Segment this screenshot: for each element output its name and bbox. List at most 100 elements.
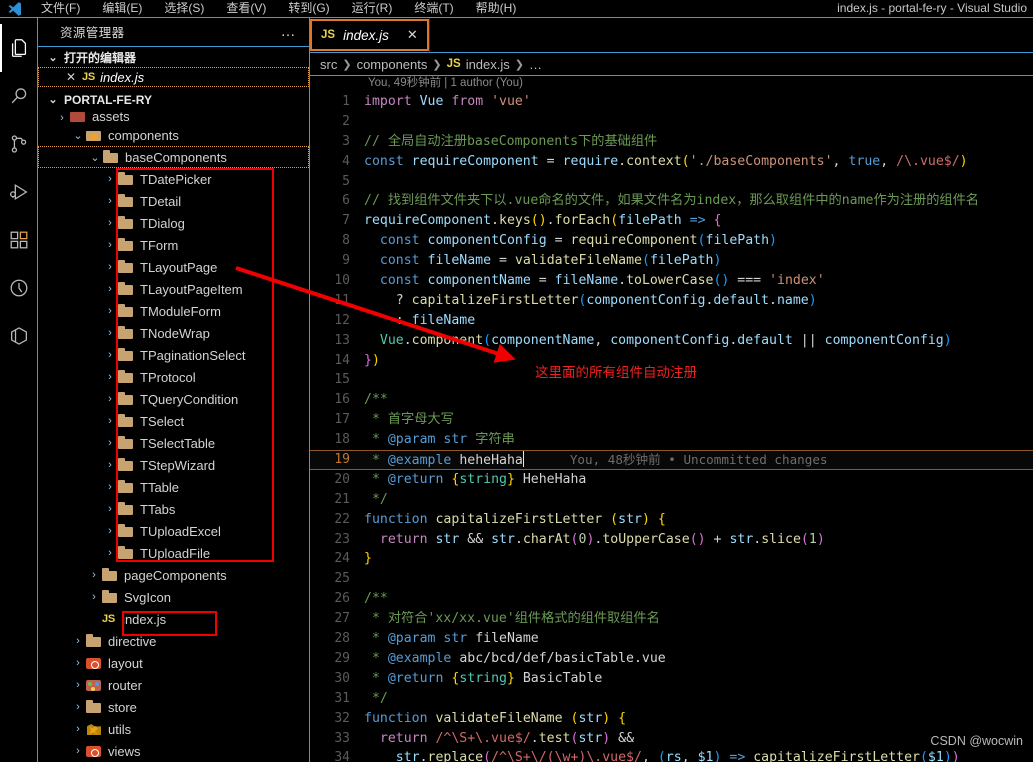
breadcrumb-item-src[interactable]: src: [320, 57, 337, 72]
chevron-right-icon[interactable]: ›: [104, 437, 116, 449]
close-icon[interactable]: ✕: [407, 27, 418, 43]
menu-edit[interactable]: 编辑(E): [91, 0, 153, 18]
chevron-right-icon[interactable]: ›: [104, 327, 116, 339]
search-icon[interactable]: [0, 72, 38, 120]
code-line-21[interactable]: 21 */: [310, 490, 1033, 510]
code-line-30[interactable]: 30 * @return {string} BasicTable: [310, 669, 1033, 689]
cube-package-icon[interactable]: [0, 312, 38, 360]
code-line-34[interactable]: 34 str.replace(/^\S+\/(\w+)\.vue$/, (rs,…: [310, 748, 1033, 762]
code-text[interactable]: const componentName = fileName.toLowerCa…: [364, 271, 1033, 291]
code-line-5[interactable]: 5: [310, 172, 1033, 192]
code-text[interactable]: * @return {string} BasicTable: [364, 669, 1033, 689]
tree-item-ttable[interactable]: › TTable: [38, 476, 309, 498]
code-line-9[interactable]: 9 const fileName = validateFileName(file…: [310, 251, 1033, 271]
code-line-6[interactable]: 6 // 找到组件文件夹下以.vue命名的文件，如果文件名为index，那么取组件…: [310, 191, 1033, 211]
run-and-debug-icon[interactable]: [0, 168, 38, 216]
code-text[interactable]: * @example heheHaha You, 48秒钟前 • Uncommi…: [364, 450, 1033, 471]
chevron-right-icon[interactable]: ›: [104, 305, 116, 317]
chevron-right-icon[interactable]: ›: [104, 459, 116, 471]
code-text[interactable]: /**: [364, 390, 1033, 410]
menu-file[interactable]: 文件(F): [30, 0, 91, 18]
menu-view[interactable]: 查看(V): [215, 0, 277, 18]
tree-item-tdialog[interactable]: › TDialog: [38, 212, 309, 234]
chevron-right-icon[interactable]: ›: [72, 745, 84, 757]
code-line-12[interactable]: 12 : fileName: [310, 311, 1033, 331]
code-text[interactable]: */: [364, 689, 1033, 709]
tree-item-ttabs[interactable]: › TTabs: [38, 498, 309, 520]
code-text[interactable]: : fileName: [364, 311, 1033, 331]
menu-go[interactable]: 转到(G): [277, 0, 340, 18]
code-line-8[interactable]: 8 const componentConfig = requireCompone…: [310, 231, 1033, 251]
tree-item-tdetail[interactable]: › TDetail: [38, 190, 309, 212]
tree-item-tpaginationselect[interactable]: › TPaginationSelect: [38, 344, 309, 366]
chevron-right-icon[interactable]: ›: [72, 679, 84, 691]
code-text[interactable]: const fileName = validateFileName(filePa…: [364, 251, 1033, 271]
menu-selection[interactable]: 选择(S): [153, 0, 215, 18]
chevron-right-icon[interactable]: ›: [104, 349, 116, 361]
code-text[interactable]: requireComponent.keys().forEach(filePath…: [364, 211, 1033, 231]
tree-item-views[interactable]: › views: [38, 740, 309, 762]
code-text[interactable]: * @return {string} HeheHaha: [364, 470, 1033, 490]
code-text[interactable]: }: [364, 549, 1033, 569]
tree-item-tnodewrap[interactable]: › TNodeWrap: [38, 322, 309, 344]
tree-item-components[interactable]: ⌄ components: [38, 124, 309, 146]
code-line-16[interactable]: 16 /**: [310, 390, 1033, 410]
chevron-right-icon[interactable]: ›: [56, 112, 68, 124]
code-text[interactable]: const componentConfig = requireComponent…: [364, 231, 1033, 251]
code-line-29[interactable]: 29 * @example abc/bcd/def/basicTable.vue: [310, 649, 1033, 669]
code-line-23[interactable]: 23 return str && str.charAt(0).toUpperCa…: [310, 530, 1033, 550]
tree-item-index.js[interactable]: JS index.js: [38, 608, 309, 630]
code-line-20[interactable]: 20 * @return {string} HeheHaha: [310, 470, 1033, 490]
code-line-10[interactable]: 10 const componentName = fileName.toLowe…: [310, 271, 1033, 291]
code-text[interactable]: return str && str.charAt(0).toUpperCase(…: [364, 530, 1033, 550]
menu-run[interactable]: 运行(R): [341, 0, 404, 18]
tree-item-utils[interactable]: › utils: [38, 718, 309, 740]
code-text[interactable]: */: [364, 490, 1033, 510]
code-line-18[interactable]: 18 * @param str 字符串: [310, 430, 1033, 450]
code-line-32[interactable]: 32 function validateFileName (str) {: [310, 709, 1033, 729]
code-text[interactable]: * 对符合'xx/xx.vue'组件格式的组件取组件名: [364, 609, 1033, 629]
code-line-26[interactable]: 26 /**: [310, 589, 1033, 609]
clock-history-icon[interactable]: [0, 264, 38, 312]
breadcrumb-item-components[interactable]: components: [357, 57, 428, 72]
tree-item-tlayoutpageitem[interactable]: › TLayoutPageItem: [38, 278, 309, 300]
code-text[interactable]: // 全局自动注册baseComponents下的基础组件: [364, 132, 1033, 152]
code-text[interactable]: function capitalizeFirstLetter (str) {: [364, 510, 1033, 530]
close-icon[interactable]: ✕: [65, 70, 77, 84]
breadcrumb[interactable]: src ❯ components ❯ JS index.js ❯ …: [310, 53, 1033, 76]
chevron-right-icon[interactable]: ›: [104, 393, 116, 405]
tree-item-tselect[interactable]: › TSelect: [38, 410, 309, 432]
chevron-right-icon[interactable]: ›: [72, 723, 84, 735]
chevron-right-icon[interactable]: ›: [104, 283, 116, 295]
chevron-right-icon[interactable]: ›: [88, 569, 100, 581]
chevron-right-icon[interactable]: ›: [104, 217, 116, 229]
tree-item-tlayoutpage[interactable]: › TLayoutPage: [38, 256, 309, 278]
code-line-3[interactable]: 3 // 全局自动注册baseComponents下的基础组件: [310, 132, 1033, 152]
code-line-1[interactable]: 1 import Vue from 'vue': [310, 92, 1033, 112]
chevron-right-icon[interactable]: ›: [104, 371, 116, 383]
tree-item-tquerycondition[interactable]: › TQueryCondition: [38, 388, 309, 410]
code-text[interactable]: /**: [364, 589, 1033, 609]
chevron-down-icon[interactable]: ⌄: [89, 151, 101, 164]
tree-item-directive[interactable]: › directive: [38, 630, 309, 652]
code-line-11[interactable]: 11 ? capitalizeFirstLetter(componentConf…: [310, 291, 1033, 311]
tree-item-store[interactable]: › store: [38, 696, 309, 718]
code-text[interactable]: * @param str fileName: [364, 629, 1033, 649]
chevron-right-icon[interactable]: ›: [104, 525, 116, 537]
chevron-right-icon[interactable]: ›: [72, 657, 84, 669]
code-line-7[interactable]: 7 requireComponent.keys().forEach(filePat…: [310, 211, 1033, 231]
chevron-right-icon[interactable]: ›: [72, 701, 84, 713]
extensions-icon[interactable]: [0, 216, 38, 264]
open-editor-item-index-js[interactable]: ✕ JS index.js src\components: [38, 67, 309, 88]
code-line-25[interactable]: 25: [310, 569, 1033, 589]
code-line-33[interactable]: 33 return /^\S+\.vue$/.test(str) &&: [310, 729, 1033, 749]
code-text[interactable]: const requireComponent = require.context…: [364, 152, 1033, 172]
code-line-2[interactable]: 2: [310, 112, 1033, 132]
code-line-13[interactable]: 13 Vue.component(componentName, componen…: [310, 331, 1033, 351]
chevron-right-icon[interactable]: ›: [72, 635, 84, 647]
breadcrumb-item-more[interactable]: …: [529, 57, 542, 72]
code-line-19[interactable]: 19 * @example heheHaha You, 48秒钟前 • Unco…: [310, 450, 1033, 470]
code-line-28[interactable]: 28 * @param str fileName: [310, 629, 1033, 649]
menu-terminal[interactable]: 终端(T): [403, 0, 464, 18]
code-line-17[interactable]: 17 * 首字母大写: [310, 410, 1033, 430]
